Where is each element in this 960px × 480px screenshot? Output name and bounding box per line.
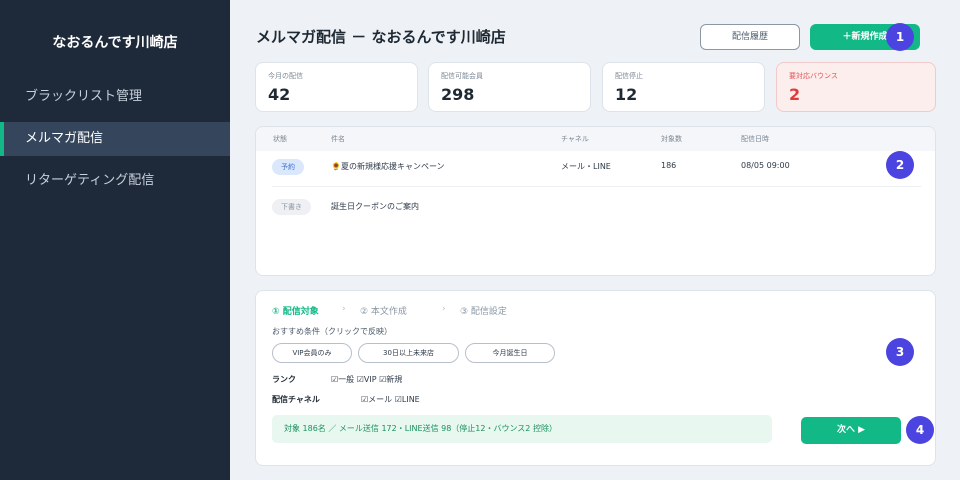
- stat-value: 2: [789, 85, 801, 104]
- page-title: メルマガ配信 － なおるんです川崎店: [256, 28, 506, 46]
- datetime-cell: 08/05 09:00: [741, 161, 790, 170]
- stat-label: 配信停止: [615, 72, 643, 80]
- stat-value: 298: [441, 85, 475, 104]
- step-settings[interactable]: ③ 配信設定: [460, 304, 507, 317]
- channel-cell: メール・LINE: [561, 162, 611, 171]
- audience-form: ① 配信対象 › ② 本文作成 › ③ 配信設定 おすすめ条件（クリックで反映）…: [255, 290, 936, 466]
- sidebar-item-newsletter[interactable]: メルマガ配信: [0, 122, 230, 156]
- channel-checkboxes[interactable]: ☑メール ☑LINE: [361, 394, 420, 405]
- sidebar: なおるんです川崎店 ブラックリスト管理 メルマガ配信 リターゲティング配信: [0, 0, 230, 480]
- column-header-status: 状態: [273, 135, 287, 143]
- stat-value: 42: [268, 85, 291, 104]
- annotation-badge-3: 3: [886, 338, 914, 366]
- status-badge: 予約: [272, 159, 304, 175]
- step-body[interactable]: ② 本文作成: [360, 304, 407, 317]
- column-header-subject: 件名: [331, 135, 345, 143]
- next-button[interactable]: 次へ ▶: [801, 417, 901, 444]
- stat-card-monthly: 今月の配信 42: [255, 62, 418, 112]
- annotation-badge-2: 2: [886, 151, 914, 179]
- annotation-badge-1: 1: [886, 23, 914, 51]
- column-header-count: 対象数: [661, 135, 682, 143]
- column-header-channel: チャネル: [561, 135, 589, 143]
- annotation-badge-4: 4: [906, 416, 934, 444]
- subject-cell: 誕生日クーポンのご案内: [331, 202, 419, 211]
- sidebar-item-blacklist[interactable]: ブラックリスト管理: [0, 80, 230, 114]
- chip-30-days-absent[interactable]: 30日以上未来店: [358, 343, 459, 363]
- count-cell: 186: [661, 161, 677, 170]
- stat-label: 要対応バウンス: [789, 72, 838, 80]
- table-row[interactable]: 予約 🌻夏の新規様応援キャンペーン メール・LINE 186 08/05 09:…: [272, 151, 921, 187]
- stat-label: 配信可能会員: [441, 72, 483, 80]
- chip-birthday-month[interactable]: 今月誕生日: [465, 343, 555, 363]
- stat-value: 12: [615, 85, 638, 104]
- rank-label: ランク: [272, 375, 296, 384]
- step-target[interactable]: ① 配信対象: [272, 304, 319, 317]
- column-header-datetime: 配信日時: [741, 135, 769, 143]
- stat-card-unsubscribed: 配信停止 12: [602, 62, 765, 112]
- target-summary: 対象 186名 ／ メール送信 172・LINE送信 98（停止12・バウンス2…: [272, 415, 772, 443]
- stat-card-members: 配信可能会員 298: [428, 62, 591, 112]
- step-separator: ›: [342, 304, 346, 314]
- sidebar-item-retargeting[interactable]: リターゲティング配信: [0, 164, 230, 198]
- step-separator: ›: [442, 304, 446, 314]
- store-name: なおるんです川崎店: [52, 35, 178, 51]
- table-row[interactable]: 下書き 誕生日クーポンのご案内: [272, 191, 921, 227]
- stat-card-bounce[interactable]: 要対応バウンス 2: [776, 62, 936, 112]
- table-header: 状態 件名 チャネル 対象数 配信日時: [256, 127, 935, 151]
- channel-label: 配信チャネル: [272, 395, 320, 404]
- history-button[interactable]: 配信履歴: [700, 24, 800, 50]
- recommendation-hint: おすすめ条件（クリックで反映）: [272, 327, 392, 336]
- subject-cell: 🌻夏の新規様応援キャンペーン: [331, 162, 445, 171]
- campaign-table: 状態 件名 チャネル 対象数 配信日時 予約 🌻夏の新規様応援キャンペーン メー…: [255, 126, 936, 276]
- rank-checkboxes[interactable]: ☑一般 ☑VIP ☑新規: [331, 374, 402, 385]
- stat-label: 今月の配信: [268, 72, 303, 80]
- chip-vip-only[interactable]: VIP会員のみ: [272, 343, 352, 363]
- main-content: メルマガ配信 － なおるんです川崎店 配信履歴 ＋新規作成 1 今月の配信 42…: [230, 0, 960, 480]
- status-badge: 下書き: [272, 199, 311, 215]
